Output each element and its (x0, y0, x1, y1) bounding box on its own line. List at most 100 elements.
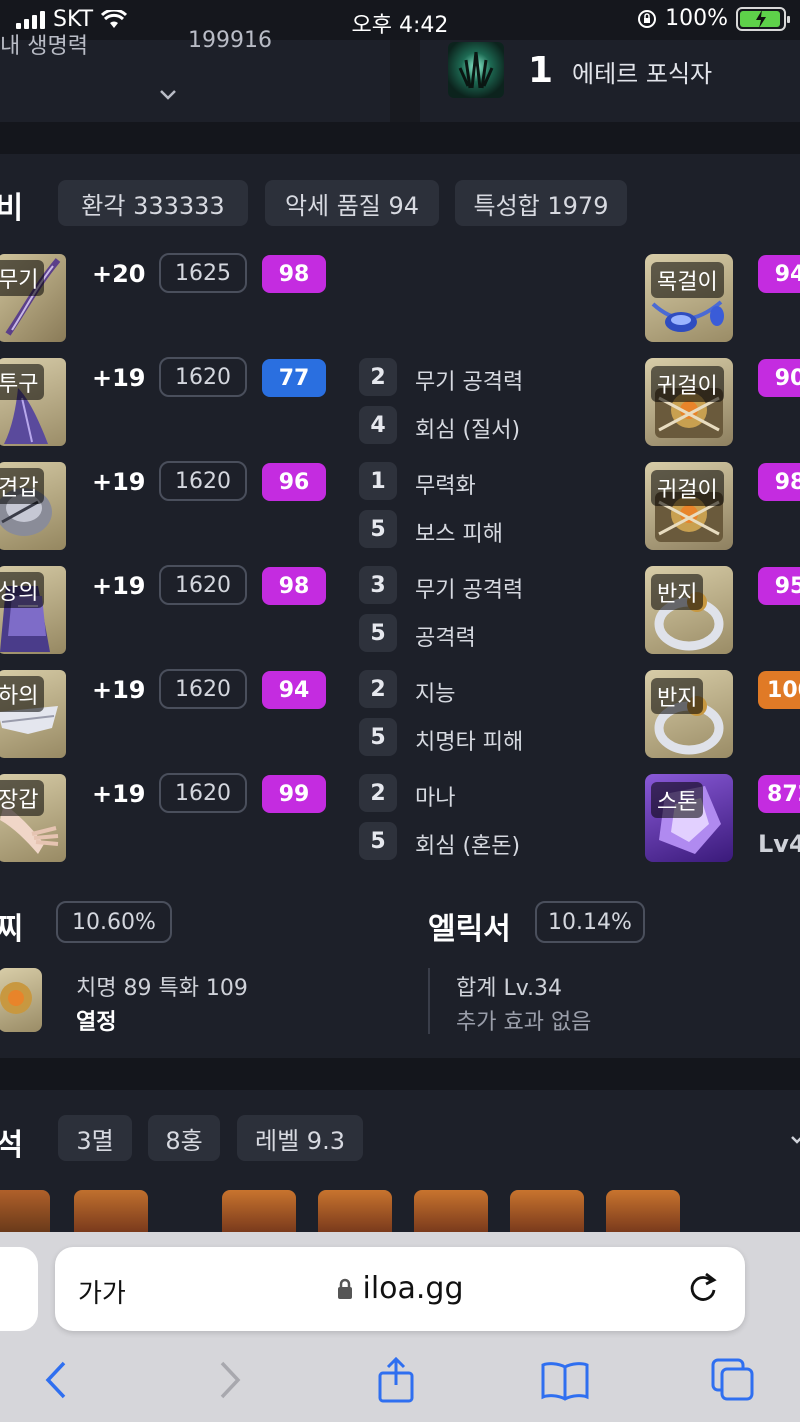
bracelet-effect: 열정 (76, 1010, 117, 1035)
quality-badge: 872 (758, 775, 800, 813)
quality-badge: 98 (758, 463, 800, 501)
bracelet-stats: 치명 89 특화 109 (76, 976, 248, 1001)
slot-label: 투구 (0, 364, 45, 400)
share-icon[interactable] (371, 1355, 421, 1405)
quality-badge: 94 (758, 255, 800, 293)
item-level: 1620 (159, 565, 247, 605)
battery-percent: 100% (665, 6, 728, 31)
quality-badge: 95 (758, 567, 800, 605)
effect-level: 2 (359, 774, 397, 812)
section-gap (0, 1058, 800, 1090)
upgrade-level: +19 (92, 468, 146, 496)
section-gap (0, 122, 800, 154)
url-label: iloa.gg (362, 1271, 464, 1306)
effect-name: 무력화 (415, 474, 476, 499)
gems-title: 보석 (0, 1128, 24, 1163)
battery-icon (736, 6, 790, 31)
slot-label: 반지 (651, 678, 704, 714)
rank: 1 (528, 50, 554, 91)
quality-badge: 96 (262, 463, 326, 501)
effect-level: 4 (359, 406, 397, 444)
gem-icon[interactable] (318, 1190, 392, 1232)
divider (390, 40, 420, 122)
url-text: iloa.gg (0, 1271, 800, 1306)
effect-name: 무기 공격력 (415, 370, 524, 395)
gem-icon[interactable] (74, 1190, 148, 1232)
slot-label: 무기 (0, 260, 45, 296)
effect-name: 공격력 (415, 626, 476, 651)
slot-label: 반지 (651, 574, 704, 610)
slot-label: 상의 (0, 572, 45, 608)
effect-name: 회심 (질서) (415, 418, 521, 443)
class-name: 에테르 포식자 (572, 60, 713, 88)
quality-badge: 98 (262, 255, 326, 293)
elixir-title: 엘릭서 (428, 912, 511, 947)
quality-badge: 99 (262, 775, 326, 813)
bracelet-title: 팔찌 (0, 912, 24, 947)
chip-gem-annihilation: 3멸 (58, 1115, 132, 1161)
status-right: 100% (637, 6, 790, 31)
elixir-extra: 추가 효과 없음 (456, 1010, 592, 1035)
slot-label: 귀걸이 (651, 366, 724, 402)
chip-gem-crimson: 8홍 (148, 1115, 220, 1161)
effect-name: 지능 (415, 682, 456, 707)
slot-label: 장갑 (0, 780, 45, 816)
divider (428, 968, 430, 1034)
effect-level: 1 (359, 462, 397, 500)
effect-level: 2 (359, 670, 397, 708)
stone-level: Lv4 (758, 830, 800, 858)
effect-name: 회심 (혼돈) (415, 834, 521, 859)
effect-level: 5 (359, 822, 397, 860)
quality-badge: 100 (758, 671, 800, 709)
chip-awakening: 환각 333333 (58, 180, 248, 226)
item-level: 1620 (159, 669, 247, 709)
effect-level: 5 (359, 614, 397, 652)
tabs-icon[interactable] (708, 1355, 758, 1405)
gem-icon[interactable] (414, 1190, 488, 1232)
chip-stat-sum: 특성합 1979 (455, 180, 627, 226)
upgrade-level: +20 (92, 260, 146, 288)
stat-label: 내 생명력 (0, 34, 88, 59)
effect-level: 3 (359, 566, 397, 604)
chevron-down-icon[interactable] (790, 1134, 800, 1146)
upgrade-level: +19 (92, 572, 146, 600)
equipment-title: 장비 (0, 191, 24, 226)
chevron-down-icon[interactable] (158, 88, 178, 102)
reload-icon[interactable] (686, 1270, 720, 1304)
effect-level: 2 (359, 358, 397, 396)
effect-level: 5 (359, 718, 397, 756)
quality-badge: 98 (262, 567, 326, 605)
slot-label: 스톤 (651, 782, 704, 818)
effect-level: 5 (359, 510, 397, 548)
bracelet-icon[interactable] (0, 968, 42, 1032)
back-icon[interactable] (32, 1355, 82, 1405)
gem-icon[interactable] (222, 1190, 296, 1232)
class-icon (448, 42, 504, 98)
quality-badge: 90 (758, 359, 800, 397)
quality-badge: 94 (262, 671, 326, 709)
chip-accessory-quality: 악세 품질 94 (265, 180, 439, 226)
forward-icon[interactable] (204, 1355, 254, 1405)
stat-value: 199916 (188, 28, 272, 53)
gem-icon[interactable] (0, 1190, 50, 1232)
effect-name: 무기 공격력 (415, 578, 524, 603)
item-level: 1620 (159, 773, 247, 813)
quality-badge: 77 (262, 359, 326, 397)
chip-gem-level: 레벨 9.3 (237, 1115, 363, 1161)
item-level: 1625 (159, 253, 247, 293)
lock-icon (338, 1278, 353, 1299)
bookmarks-icon[interactable] (540, 1355, 590, 1405)
gem-icon[interactable] (606, 1190, 680, 1232)
effect-name: 치명타 피해 (415, 730, 524, 755)
upgrade-level: +19 (92, 676, 146, 704)
gem-icon[interactable] (510, 1190, 584, 1232)
bracelet-percent: 10.60% (56, 901, 172, 943)
effect-name: 보스 피해 (415, 522, 503, 547)
elixir-percent: 10.14% (535, 901, 645, 943)
slot-label: 귀걸이 (651, 470, 724, 506)
upgrade-level: +19 (92, 780, 146, 808)
elixir-total: 합계 Lv.34 (456, 976, 563, 1001)
orientation-lock-icon (638, 9, 657, 28)
item-level: 1620 (159, 461, 247, 501)
item-level: 1620 (159, 357, 247, 397)
